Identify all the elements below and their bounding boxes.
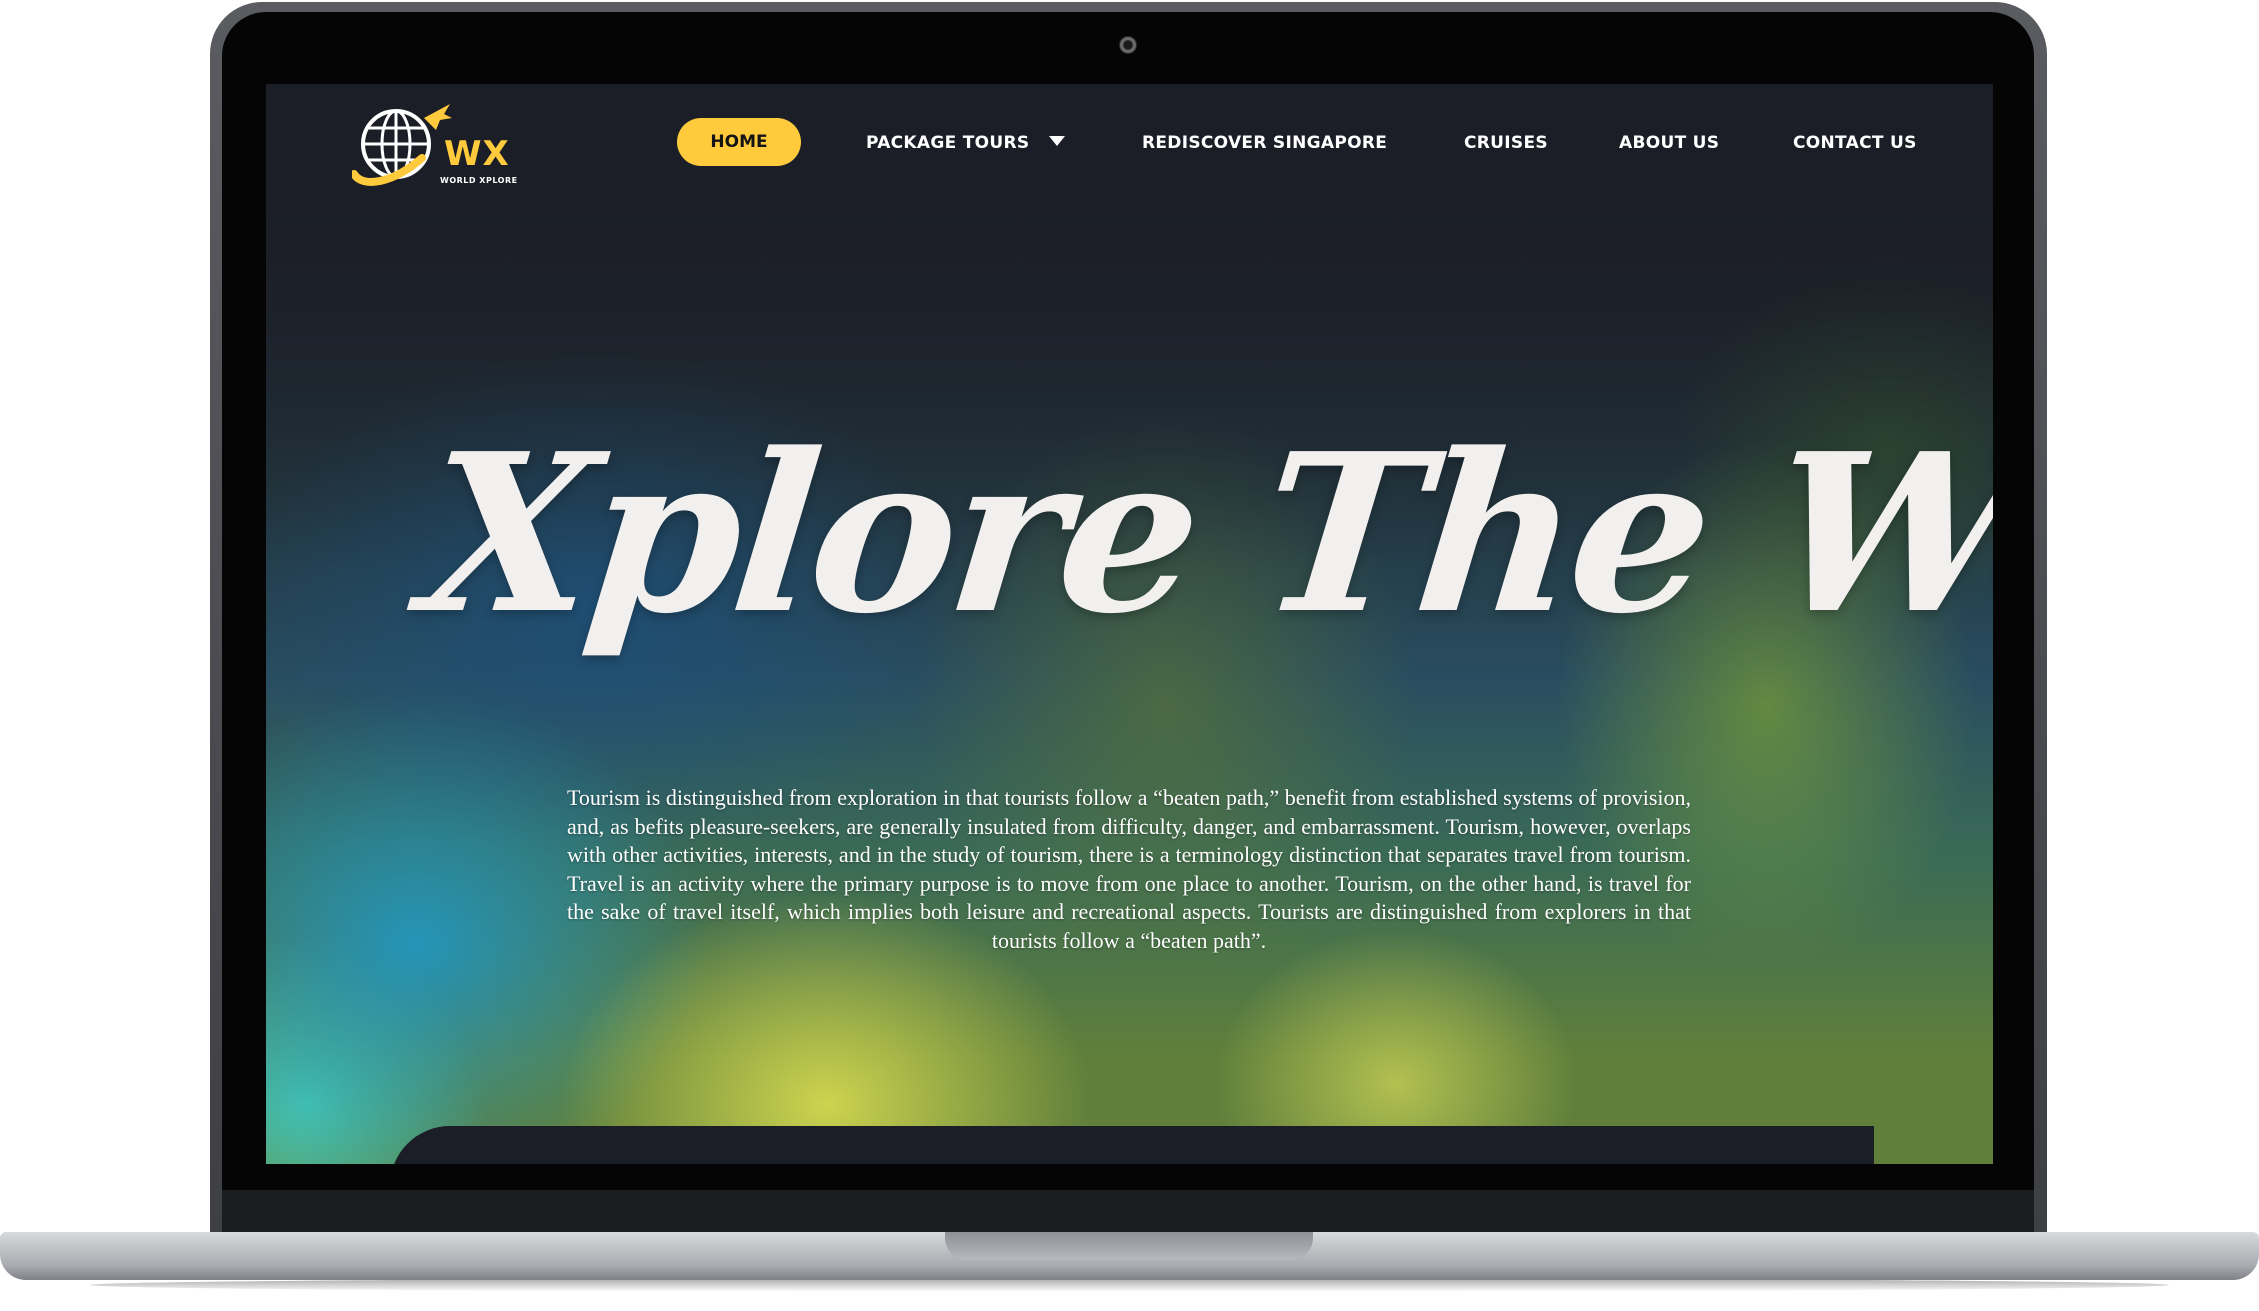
screen-chin xyxy=(222,1190,2034,1234)
base-shadow xyxy=(90,1278,2169,1292)
website-screen: WX WORLD XPLORE HOME PACKAGE TOURS REDIS… xyxy=(266,84,1993,1164)
hero-paragraph: Tourism is distinguished from exploratio… xyxy=(567,785,1691,953)
chevron-down-icon xyxy=(1049,136,1066,146)
nav-item-contact-us[interactable]: CONTACT US xyxy=(1793,131,1917,155)
nav-item-home[interactable]: HOME xyxy=(677,118,801,166)
hero-title: Xplore The World xyxy=(412,406,1993,662)
logo-wordmark: WX xyxy=(444,134,510,174)
laptop-mockup: WX WORLD XPLORE HOME PACKAGE TOURS REDIS… xyxy=(0,0,2259,1311)
globe-plane-icon xyxy=(350,104,452,186)
content-panel-top xyxy=(390,1126,1874,1164)
nav-item-rediscover-singapore[interactable]: REDISCOVER SINGAPORE xyxy=(1142,131,1387,155)
nav-item-cruises[interactable]: CRUISES xyxy=(1464,131,1548,155)
nav-item-package-tours[interactable]: PACKAGE TOURS xyxy=(866,131,1066,155)
laptop-notch xyxy=(945,1232,1313,1260)
camera-icon xyxy=(1119,36,1137,54)
logo-subtitle: WORLD XPLORE xyxy=(440,176,518,185)
nav-item-package-tours-label: PACKAGE TOURS xyxy=(866,133,1030,153)
navbar: WX WORLD XPLORE HOME PACKAGE TOURS REDIS… xyxy=(266,84,1993,194)
nav-item-about-us[interactable]: ABOUT US xyxy=(1619,131,1719,155)
site-logo[interactable]: WX WORLD XPLORE xyxy=(350,96,524,192)
